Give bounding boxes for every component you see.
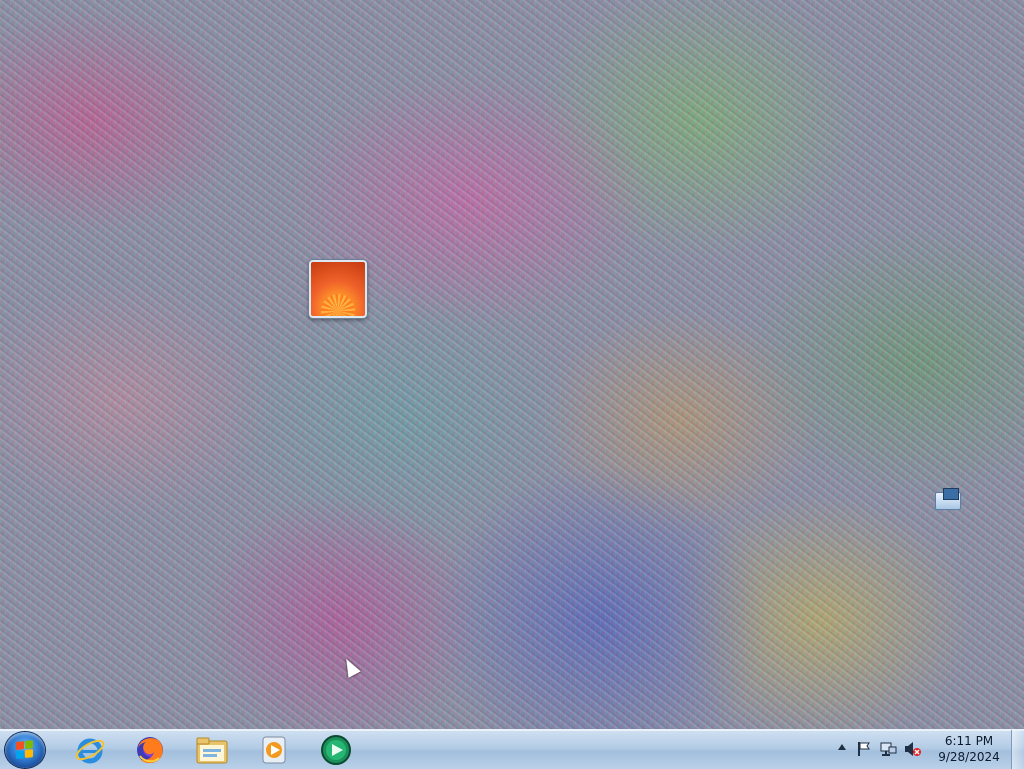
start-button[interactable] [5, 732, 45, 768]
clock-date: 9/28/2024 [938, 750, 1000, 764]
show-hidden-icons-icon[interactable] [838, 744, 846, 750]
firefox-icon [134, 734, 166, 766]
file-explorer-icon [195, 735, 229, 765]
windows-logo-icon [16, 740, 34, 760]
windows-media-player-icon [259, 735, 289, 765]
clock[interactable]: 6:11 PM 9/28/2024 [930, 733, 1008, 765]
firefox-button[interactable] [122, 731, 178, 768]
system-tray: 6:11 PM 9/28/2024 [834, 730, 1024, 769]
photo-gallery-icon[interactable] [309, 260, 367, 318]
monitor-shape [943, 488, 959, 500]
file-explorer-button[interactable] [184, 731, 240, 768]
show-desktop-button[interactable] [1011, 730, 1024, 769]
windows-media-player-button[interactable] [246, 731, 302, 768]
network-share-icon[interactable] [935, 488, 961, 510]
taskbar: 6:11 PM 9/28/2024 [0, 729, 1024, 769]
action-center-flag-icon[interactable] [856, 741, 872, 761]
windows-media-center-button[interactable] [308, 731, 364, 768]
internet-explorer-button[interactable] [62, 731, 118, 768]
mouse-cursor-icon [340, 655, 361, 678]
desktop-background [0, 0, 1024, 729]
internet-explorer-icon [74, 734, 106, 766]
windows-media-center-icon [319, 733, 353, 767]
clock-time: 6:11 PM [944, 734, 994, 748]
flower-graphic [321, 294, 355, 316]
network-icon[interactable] [880, 741, 898, 761]
volume-muted-icon[interactable] [904, 741, 922, 761]
